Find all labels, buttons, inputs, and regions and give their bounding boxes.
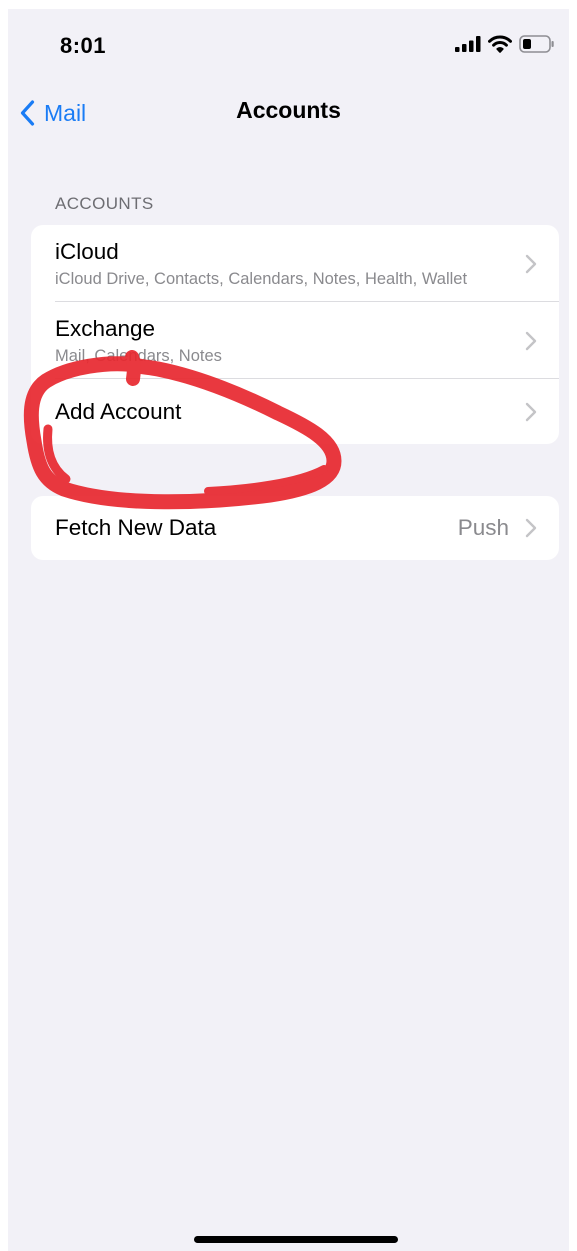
chevron-right-icon	[525, 254, 537, 274]
account-subtitle: Mail, Calendars, Notes	[55, 347, 222, 365]
fetch-new-data-row[interactable]: Fetch New Data Push	[31, 496, 559, 560]
account-title: iCloud	[55, 239, 119, 264]
cellular-signal-icon	[455, 36, 481, 57]
navigation-bar: Mail Accounts	[8, 83, 569, 141]
phone-screen: 8:01 Mail Accounts ACCOUNTS iCloud iClou…	[8, 9, 569, 1251]
accounts-section-header: ACCOUNTS	[55, 194, 154, 213]
status-bar: 8:01	[8, 9, 569, 83]
accounts-list: iCloud iCloud Drive, Contacts, Calendars…	[31, 225, 559, 444]
fetch-new-data-value: Push	[457, 515, 509, 540]
wifi-icon	[488, 35, 512, 58]
fetch-settings-group: Fetch New Data Push	[31, 496, 559, 560]
account-title: Exchange	[55, 316, 156, 341]
add-account-label: Add Account	[55, 399, 182, 424]
chevron-right-icon	[525, 331, 537, 351]
battery-icon	[519, 35, 555, 58]
status-time: 8:01	[60, 33, 107, 58]
fetch-new-data-label: Fetch New Data	[55, 515, 217, 540]
page-title: Accounts	[236, 97, 341, 123]
home-indicator	[194, 1236, 398, 1243]
add-account-row[interactable]: Add Account	[31, 379, 559, 444]
account-row-exchange[interactable]: Exchange Mail, Calendars, Notes	[31, 302, 559, 379]
chevron-right-icon	[525, 518, 537, 538]
chevron-right-icon	[525, 402, 537, 422]
status-icons	[455, 35, 555, 58]
account-row-icloud[interactable]: iCloud iCloud Drive, Contacts, Calendars…	[31, 225, 559, 302]
account-subtitle: iCloud Drive, Contacts, Calendars, Notes…	[55, 270, 468, 288]
